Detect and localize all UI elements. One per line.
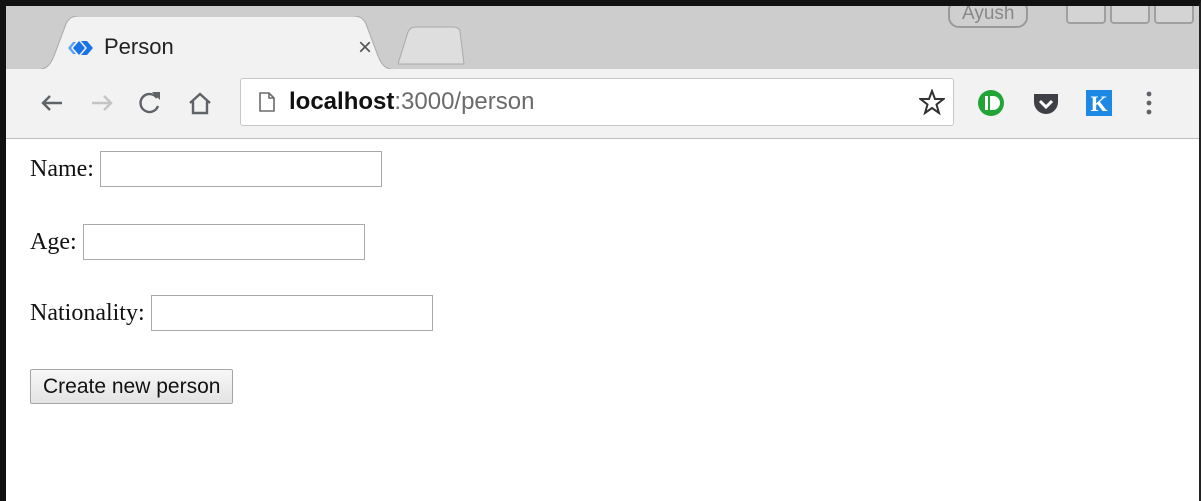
- pocket-icon[interactable]: [1031, 88, 1061, 118]
- nationality-input[interactable]: [150, 295, 433, 331]
- tab-person[interactable]: Person ×: [34, 16, 398, 70]
- tab-title: Person: [104, 34, 174, 59]
- age-input[interactable]: [82, 224, 365, 260]
- browser-window: Person × Ayush localhost:3000/person K N…: [0, 0, 1201, 501]
- k-extension-icon[interactable]: K: [1084, 88, 1114, 118]
- tab-strip: Person × Ayush: [6, 6, 1199, 70]
- name-label: Name:: [30, 155, 94, 182]
- maximize-button[interactable]: [1110, 6, 1150, 24]
- nationality-label: Nationality:: [30, 299, 145, 326]
- url-text[interactable]: localhost:3000/person: [289, 88, 534, 116]
- url-path: :3000/person: [394, 88, 535, 115]
- address-bar[interactable]: localhost:3000/person: [240, 78, 954, 126]
- react-diamond-icon: [68, 41, 93, 55]
- page-icon: [259, 92, 275, 112]
- kebab-menu-icon[interactable]: [1142, 88, 1156, 118]
- nationality-row: Nationality:: [30, 295, 433, 331]
- url-host: localhost: [289, 88, 395, 115]
- home-icon[interactable]: [186, 89, 214, 117]
- name-row: Name:: [30, 151, 382, 187]
- page-content: Name: Age: Nationality: Create new perso…: [6, 139, 1199, 501]
- tab-close-icon[interactable]: ×: [358, 36, 372, 60]
- star-icon[interactable]: [919, 89, 945, 115]
- age-row: Age:: [30, 224, 365, 260]
- minimize-button[interactable]: [1066, 6, 1106, 24]
- name-input[interactable]: [99, 151, 382, 187]
- reload-icon[interactable]: [136, 89, 164, 117]
- create-person-button[interactable]: Create new person: [30, 369, 234, 404]
- browser-toolbar: localhost:3000/person K: [6, 69, 1199, 139]
- close-window-button[interactable]: [1154, 6, 1194, 24]
- arrow-left-icon[interactable]: [38, 89, 66, 117]
- age-label: Age:: [30, 228, 77, 255]
- arrow-right-icon[interactable]: [88, 89, 116, 117]
- new-tab-button[interactable]: [398, 26, 468, 66]
- profile-button[interactable]: Ayush: [948, 6, 1029, 28]
- svg-text:K: K: [1090, 91, 1107, 116]
- green-extension-icon[interactable]: [976, 88, 1006, 118]
